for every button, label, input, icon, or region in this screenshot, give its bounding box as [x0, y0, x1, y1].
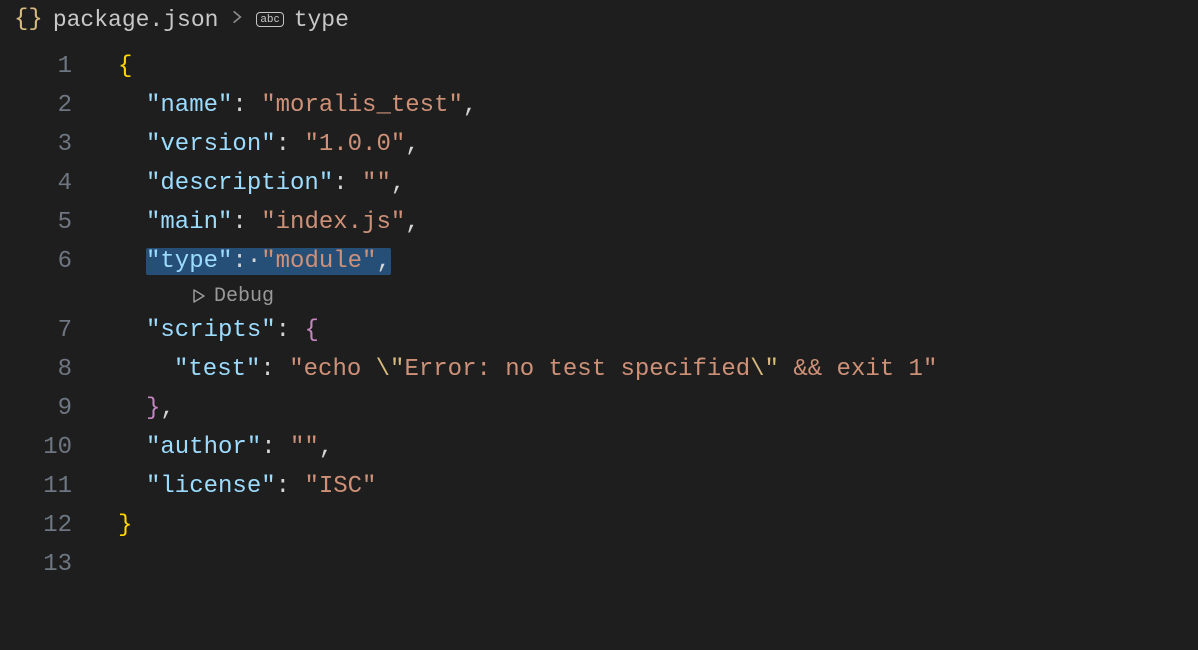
play-icon [190, 288, 206, 304]
line-number: 5 [0, 203, 90, 242]
code-line[interactable]: 9 }, [0, 389, 1198, 428]
code-line[interactable]: 13 [0, 545, 1198, 584]
breadcrumb[interactable]: {} package.json abc type [0, 0, 1198, 41]
code-line[interactable]: 4 "description": "", [0, 164, 1198, 203]
line-number: 1 [0, 47, 90, 86]
code-line[interactable]: 2 "name": "moralis_test", [0, 86, 1198, 125]
codelens-label: Debug [214, 285, 274, 308]
code-line[interactable]: 3 "version": "1.0.0", [0, 125, 1198, 164]
line-number: 2 [0, 86, 90, 125]
line-number: 13 [0, 545, 90, 584]
code-line[interactable]: 7 "scripts": { [0, 311, 1198, 350]
breadcrumb-file[interactable]: package.json [53, 7, 219, 33]
line-number: 9 [0, 389, 90, 428]
line-number: 8 [0, 350, 90, 389]
code-line[interactable]: 11 "license": "ISC" [0, 467, 1198, 506]
breadcrumb-symbol[interactable]: type [294, 7, 349, 33]
code-line[interactable]: 8 "test": "echo \"Error: no test specifi… [0, 350, 1198, 389]
code-line[interactable]: 5 "main": "index.js", [0, 203, 1198, 242]
code-line[interactable]: 1 { [0, 47, 1198, 86]
code-editor[interactable]: 1 { 2 "name": "moralis_test", 3 "version… [0, 41, 1198, 584]
code-line[interactable]: 6 "type":·"module", [0, 242, 1198, 281]
json-file-icon: {} [14, 6, 43, 33]
chevron-right-icon [228, 7, 246, 33]
line-number: 7 [0, 311, 90, 350]
line-number: 6 [0, 242, 90, 281]
symbol-string-icon: abc [256, 12, 283, 27]
code-line[interactable]: 10 "author": "", [0, 428, 1198, 467]
line-number: 11 [0, 467, 90, 506]
line-number: 3 [0, 125, 90, 164]
line-number: 10 [0, 428, 90, 467]
line-number: 12 [0, 506, 90, 545]
codelens-debug[interactable]: Debug [0, 281, 1198, 311]
code-line[interactable]: 12 } [0, 506, 1198, 545]
selection-highlight: "type":·"module", [146, 248, 391, 275]
line-number: 4 [0, 164, 90, 203]
